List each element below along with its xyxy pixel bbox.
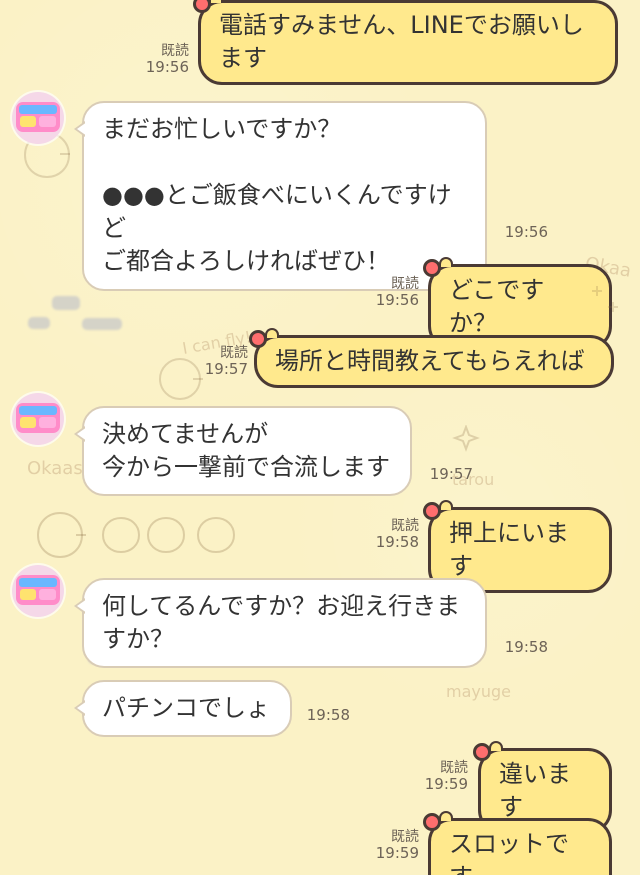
redacted-mark-3 (82, 318, 122, 330)
read-label-m4: 既読 (220, 345, 248, 361)
time-label-m6: 19:58 (375, 533, 419, 552)
meta-m1: 既読 19:56 (141, 43, 189, 76)
star-doodle-icon (452, 425, 480, 452)
avatar[interactable] (12, 92, 64, 144)
doodle-text-mayuge: mayuge (446, 682, 511, 701)
read-label-m1: 既読 (161, 43, 189, 59)
meta-m8: 19:58 (302, 706, 350, 724)
chat-screen: shichisan Okaa I can fly! Okaasa mayuge … (0, 0, 640, 875)
time-label-m7: 19:58 (504, 638, 548, 656)
avatar-icon (12, 92, 64, 144)
avatar-2[interactable] (12, 393, 64, 445)
read-label-m10: 既読 (391, 829, 419, 845)
read-label-m3: 既読 (391, 276, 419, 292)
meta-m3: 既読 19:56 (371, 276, 419, 309)
read-label-m9: 既読 (440, 760, 468, 776)
time-label-m4: 19:57 (204, 360, 248, 379)
message-bubble-m10[interactable]: スロットです (423, 810, 612, 875)
meta-m6: 既読 19:58 (371, 518, 419, 551)
message-bubble-m8[interactable]: パチンコでしょ (74, 680, 292, 738)
avatar-icon-3 (12, 565, 64, 617)
redacted-mark-2 (52, 296, 80, 310)
time-label-m1: 19:56 (145, 58, 189, 77)
time-label-m5: 19:57 (429, 465, 473, 483)
bird-doodle-icon (36, 511, 236, 559)
meta-m7: 19:58 (500, 638, 548, 656)
time-label-m3: 19:56 (375, 291, 419, 310)
time-label-m8: 19:58 (306, 706, 350, 724)
meta-m5: 19:57 (425, 465, 473, 483)
message-bubble-m4[interactable]: 場所と時間教えてもらえれば (249, 327, 614, 389)
meta-m10: 既読 19:59 (371, 829, 419, 862)
message-bubble-m5[interactable]: 決めてませんが 今から一撃前で合流します (74, 406, 412, 497)
time-label-m9: 19:59 (424, 775, 468, 794)
redacted-mark (28, 317, 50, 329)
avatar-icon-2 (12, 393, 64, 445)
message-bubble-m1[interactable]: 電話すみません、LINEでお願いします (193, 0, 618, 86)
meta-m2: 19:56 (500, 223, 548, 241)
meta-m9: 既読 19:59 (420, 760, 468, 793)
time-label-m2: 19:56 (504, 223, 548, 241)
message-bubble-m7[interactable]: 何してるんですか？お迎え行きますか？ (74, 578, 487, 669)
meta-m4: 既読 19:57 (200, 345, 248, 378)
read-label-m6: 既読 (391, 518, 419, 534)
avatar-3[interactable] (12, 565, 64, 617)
time-label-m10: 19:59 (375, 844, 419, 863)
